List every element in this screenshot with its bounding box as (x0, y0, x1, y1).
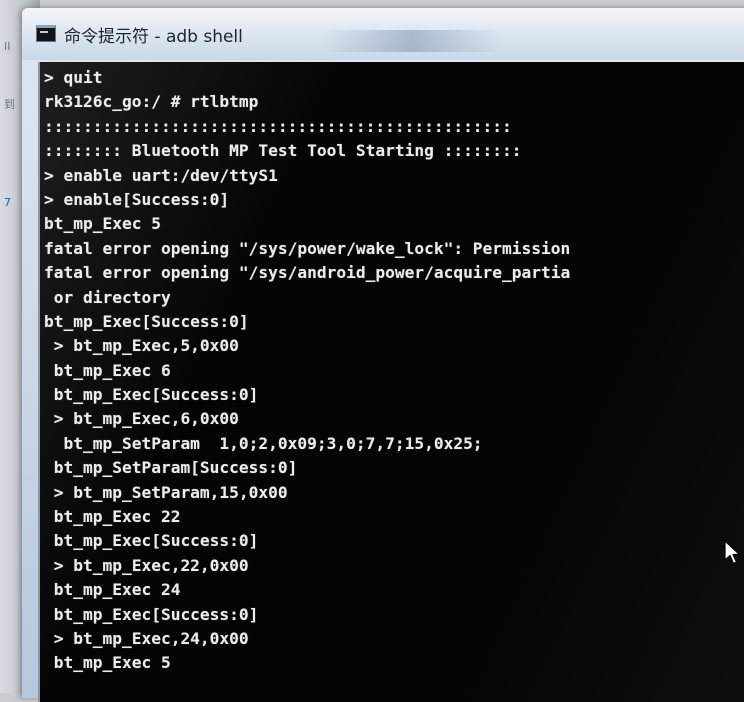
console-line: bt_mp_Exec 22 (44, 507, 181, 527)
console-line: ::::::::::::::::::::::::::::::::::::::::… (44, 116, 512, 136)
console-line: bt_mp_Exec[Success:0] (44, 311, 249, 331)
console-line: bt_mp_Exec 5 (44, 214, 161, 234)
desktop-icon-fragment: 7 (4, 196, 11, 209)
console-line: or directory (44, 287, 171, 307)
console-icon[interactable] (36, 25, 56, 42)
console-line: > bt_mp_Exec,22,0x00 (44, 555, 249, 575)
console-line: > bt_mp_Exec,5,0x00 (44, 336, 239, 356)
console-line: bt_mp_Exec[Success:0] (44, 604, 259, 624)
console-line: bt_mp_Exec[Success:0] (44, 531, 259, 551)
window-title: 命令提示符 - adb shell (64, 27, 243, 47)
console-line: bt_mp_Exec 6 (44, 360, 171, 380)
console-line: > quit (44, 68, 103, 87)
console-line: bt_mp_SetParam[Success:0] (44, 458, 298, 478)
mouse-pointer-icon (724, 540, 741, 565)
console-output[interactable]: > quitrk3126c_go:/ # rtlbtmp::::::::::::… (38, 62, 744, 702)
title-bar-glare (322, 30, 502, 52)
console-line: > bt_mp_SetParam,15,0x00 (44, 482, 288, 502)
console-line: > enable[Success:0] (44, 189, 230, 209)
console-line: fatal error opening "/sys/power/wake_loc… (44, 238, 571, 258)
console-line: > bt_mp_Exec,6,0x00 (44, 409, 239, 429)
desktop-icon-fragment: 到 (4, 98, 15, 111)
console-line: bt_mp_Exec 5 (44, 653, 171, 673)
title-bar[interactable]: 命令提示符 - adb shell (22, 8, 744, 60)
console-line: :::::::: Bluetooth MP Test Tool Starting… (44, 141, 522, 161)
console-line: rk3126c_go:/ # rtlbtmp (44, 92, 259, 112)
console-line: bt_mp_Exec[Success:0] (44, 385, 259, 405)
console-line: > bt_mp_Exec,24,0x00 (44, 628, 249, 648)
console-line: > enable uart:/dev/ttyS1 (44, 165, 278, 185)
command-prompt-window: 命令提示符 - adb shell > quitrk3126c_go:/ # r… (22, 8, 744, 702)
console-line: fatal error opening "/sys/android_power/… (44, 263, 571, 283)
desktop-icon-fragment: II (4, 40, 11, 53)
console-line: bt_mp_SetParam 1,0;2,0x09;3,0;7,7;15,0x2… (44, 433, 483, 453)
console-text-area: > quitrk3126c_go:/ # rtlbtmp::::::::::::… (44, 66, 570, 676)
console-line: bt_mp_Exec 24 (44, 580, 181, 600)
